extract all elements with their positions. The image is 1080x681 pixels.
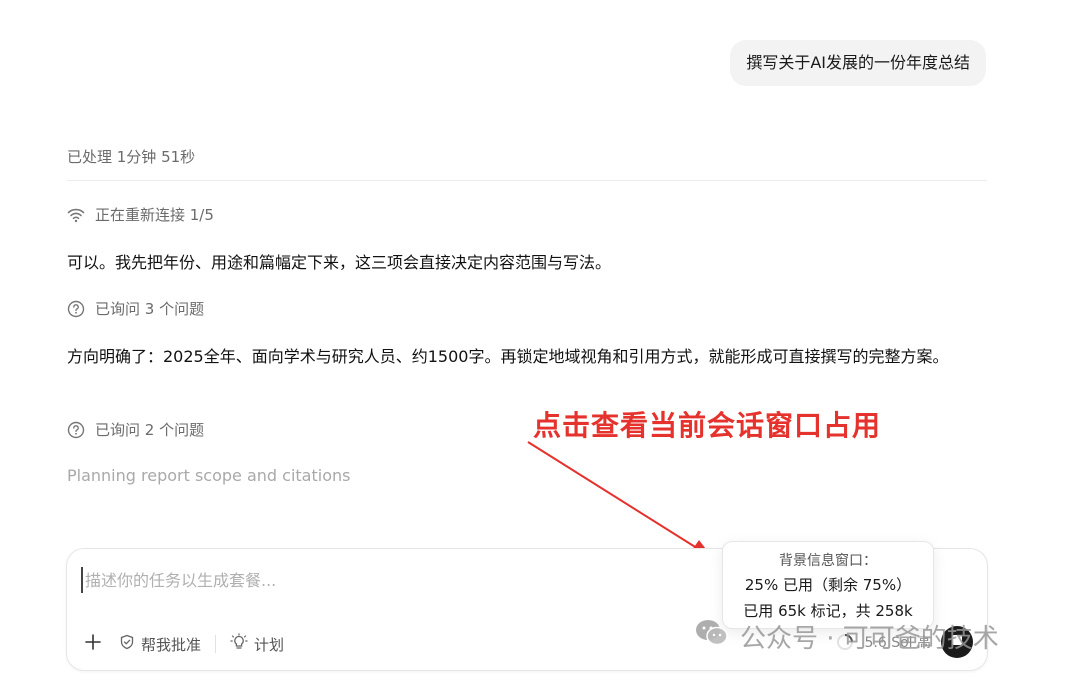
divider [67, 180, 987, 181]
add-attachment-button[interactable] [81, 632, 105, 656]
processed-duration: 已处理 1分钟 51秒 [67, 148, 196, 166]
watermark-text: 公众号 · 可可爸的技术 [740, 624, 999, 654]
asked-questions-row-1[interactable]: 已询问 3 个问题 [67, 298, 204, 319]
assistant-reply-1: 可以。我先把年份、用途和篇幅定下来，这三项会直接决定内容范围与写法。 [67, 253, 612, 272]
question-circle-icon [67, 421, 85, 439]
shield-check-icon [119, 634, 135, 654]
wechat-icon [694, 618, 730, 655]
context-window-tooltip: 背景信息窗口： 25% 已用（剩余 75%） 已用 65k 标记，共 258k [722, 541, 934, 629]
asked-questions-text-1: 已询问 3 个问题 [95, 300, 205, 318]
approve-label: 帮我批准 [141, 635, 202, 654]
chat-screen: 撰写关于AI发展的一份年度总结 已处理 1分钟 51秒 正在重新连接 1/5 可… [0, 0, 1080, 681]
question-circle-icon [67, 300, 85, 318]
annotation-callout: 点击查看当前会话窗口占用 [533, 409, 882, 442]
plus-icon [85, 634, 101, 654]
reconnect-status-row: 正在重新连接 1/5 [67, 204, 214, 225]
plan-label: 计划 [254, 635, 285, 654]
plan-chip-button[interactable]: 计划 [230, 633, 284, 655]
asked-questions-text-2: 已询问 2 个问题 [95, 421, 205, 439]
asked-questions-row-2[interactable]: 已询问 2 个问题 [67, 419, 204, 440]
watermark: 公众号 · 可可爸的技术 [694, 618, 999, 655]
user-message-bubble: 撰写关于AI发展的一份年度总结 [730, 40, 986, 86]
planning-status: Planning report scope and citations [67, 466, 351, 485]
tooltip-title: 背景信息窗口： [779, 553, 877, 569]
task-input[interactable] [81, 567, 681, 593]
reconnect-status-text: 正在重新连接 1/5 [95, 206, 214, 224]
lightbulb-icon [230, 633, 248, 655]
wifi-icon [67, 207, 85, 223]
assistant-reply-2: 方向明确了：2025全年、面向学术与研究人员、约1500字。再锁定地域视角和引用… [67, 347, 949, 366]
approve-chip-button[interactable]: 帮我批准 [119, 634, 201, 655]
tooltip-usage-line: 25% 已用（剩余 75%） [744, 576, 912, 594]
composer-toolbar: 帮我批准 计划 [81, 632, 284, 656]
toolbar-separator [215, 635, 217, 653]
